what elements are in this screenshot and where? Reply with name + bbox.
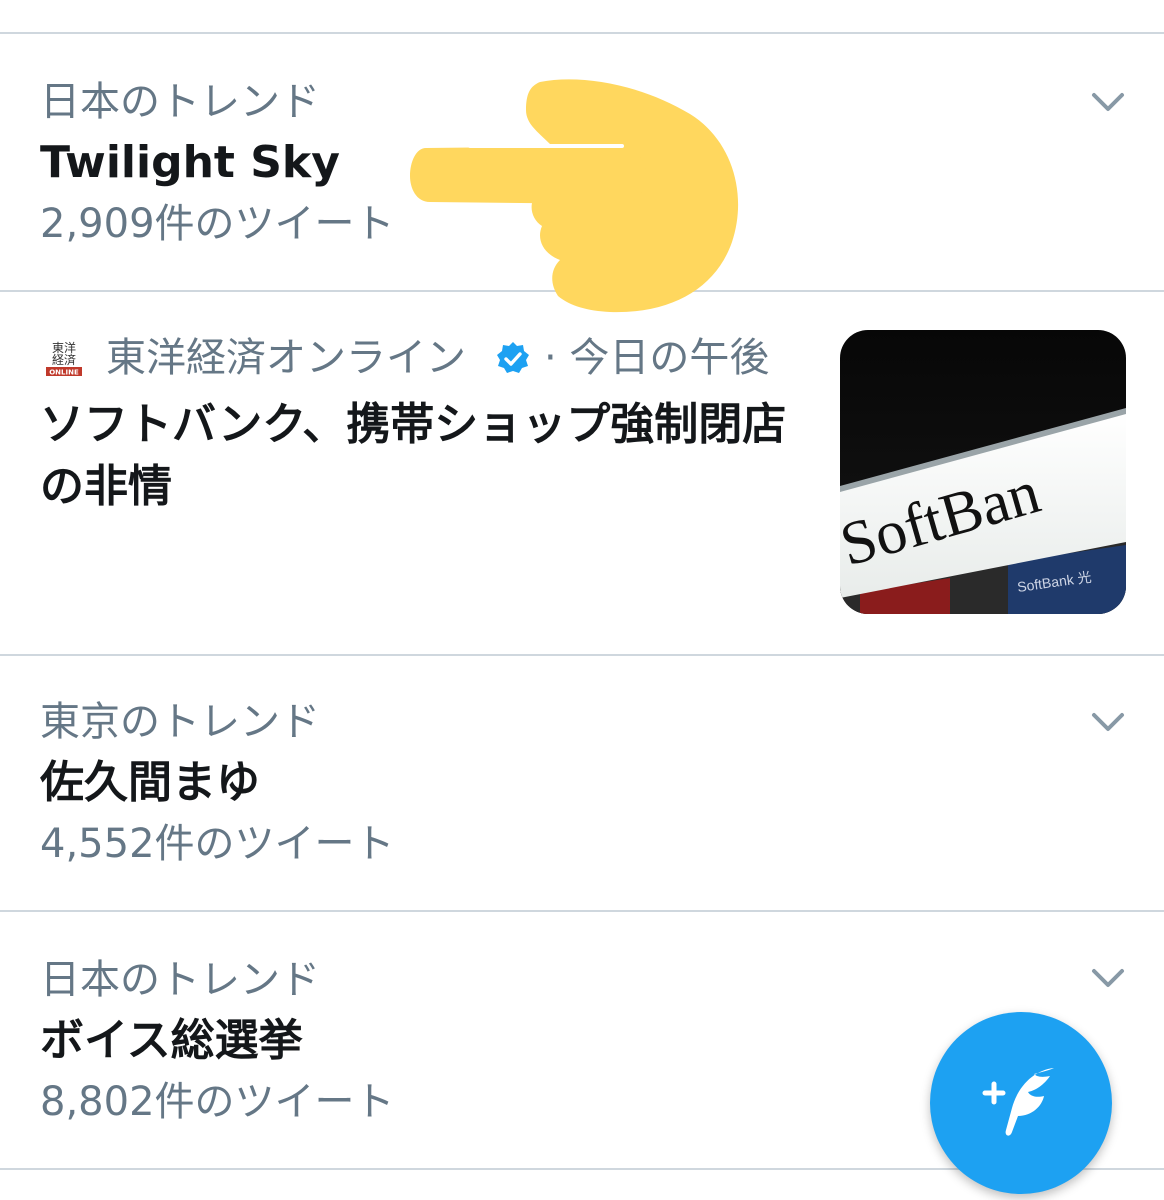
news-source-logo: 東洋 経済 ONLINE xyxy=(44,338,84,378)
trend-name: Twilight Sky xyxy=(40,137,340,188)
compose-tweet-icon xyxy=(982,1068,1054,1136)
compose-tweet-button[interactable] xyxy=(930,1012,1112,1194)
trend-context: 日本のトレンド xyxy=(40,79,320,125)
trend-tweet-count: 2,909件のツイート xyxy=(40,201,395,247)
trend-tweet-count: 8,802件のツイート xyxy=(40,1079,395,1125)
news-timestamp: · 今日の午後 xyxy=(544,335,770,381)
trend-item[interactable]: 東京のトレンド 佐久間まゆ 4,552件のツイート xyxy=(0,656,1164,910)
chevron-down-icon[interactable] xyxy=(1086,700,1130,744)
news-headline: ソフトバンク、携帯ショップ強制閉店の非情 xyxy=(40,399,787,512)
trend-name: 佐久間まゆ xyxy=(40,757,260,808)
svg-text:ONLINE: ONLINE xyxy=(49,369,79,377)
pointing-hand-emoji xyxy=(410,79,739,313)
news-source-name: 東洋経済オンライン xyxy=(106,335,466,381)
trend-context: 日本のトレンド xyxy=(40,957,320,1003)
verified-badge-icon xyxy=(497,342,529,373)
trend-name: ボイス総選挙 xyxy=(40,1015,303,1066)
news-thumbnail: SoftBan SoftBank 光 xyxy=(840,330,1126,614)
trend-context: 東京のトレンド xyxy=(40,699,320,745)
chevron-down-icon[interactable] xyxy=(1086,956,1130,1000)
trend-tweet-count: 4,552件のツイート xyxy=(40,821,395,867)
svg-text:経済: 経済 xyxy=(52,352,76,367)
chevron-down-icon[interactable] xyxy=(1086,80,1130,124)
